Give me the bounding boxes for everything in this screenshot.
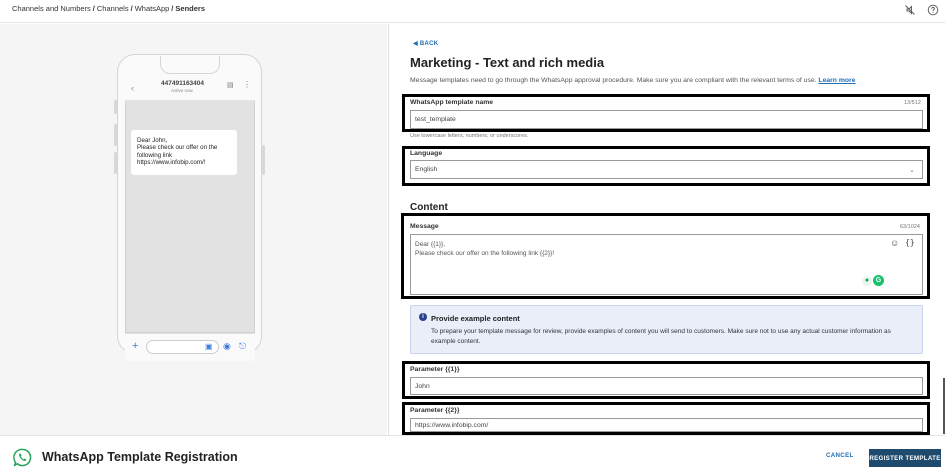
plus-icon: + (132, 340, 139, 352)
emoji-icon[interactable]: ☺ (890, 238, 899, 248)
breadcrumb-current: Senders (175, 4, 205, 13)
microphone-icon: ⎋ (239, 341, 247, 351)
parameter-1-input[interactable]: John (410, 377, 923, 395)
phone-side-button (262, 145, 265, 175)
top-bar: Channels and Numbers / Channels / WhatsApp / S… (0, 0, 945, 23)
chat-status: Active now (171, 88, 193, 93)
learn-more-link[interactable]: Learn more (818, 77, 855, 84)
message-bubble: Dear John, Please check our offer on the… (131, 130, 237, 175)
store-icon: ▤ (227, 82, 234, 89)
chat-back-icon: ‹ (131, 83, 134, 93)
language-select[interactable]: English (410, 160, 923, 179)
form-title: Marketing - Text and rich media (410, 55, 605, 70)
info-icon: i (419, 313, 427, 321)
back-label: BACK (419, 41, 439, 47)
bubble-line: Dear John, (137, 137, 168, 144)
more-vertical-icon: ⋮ (243, 80, 251, 89)
language-label: Language (410, 150, 443, 157)
camera-icon: ◉ (223, 341, 231, 351)
info-title: Provide example content (431, 314, 520, 323)
message-line: Dear {{1}}, (415, 241, 445, 248)
grammarly-icon[interactable]: G (873, 275, 884, 286)
phone-screen (125, 75, 255, 333)
back-link[interactable]: ◀ BACK (413, 40, 438, 47)
template-name-input[interactable]: test_template (410, 110, 923, 129)
chevron-down-icon: ⌄ (909, 167, 915, 174)
message-counter: 63/1024 (900, 224, 920, 230)
cancel-button[interactable]: CANCEL (826, 452, 854, 459)
message-label: Message (410, 223, 439, 230)
message-text: Dear {{1}}, Please check our offer on th… (415, 241, 554, 258)
template-name-counter: 13/512 (904, 100, 921, 106)
bubble-line: following link (137, 151, 173, 159)
breadcrumb: Channels and Numbers / Channels / WhatsApp / S… (12, 4, 205, 13)
page-title: WhatsApp Template Registration (42, 450, 238, 464)
lightbulb-icon[interactable]: ● (862, 276, 872, 286)
breadcrumb-item-whatsapp[interactable]: WhatsApp (135, 4, 170, 13)
add-variable-icon[interactable]: {} (905, 238, 915, 247)
phone-notch (160, 56, 220, 74)
message-line: Please check our offer on the following … (415, 249, 555, 257)
parameter-2-label: Parameter {{2}} (410, 407, 460, 414)
breadcrumb-item-channels[interactable]: Channels (97, 4, 129, 13)
bubble-line: Please check our offer on the (137, 144, 218, 152)
info-body: To prepare your template message for rev… (431, 328, 891, 345)
parameter-2-input[interactable]: https://www.infobip.com/ (410, 418, 923, 432)
content-section-title: Content (410, 202, 448, 213)
help-circle-icon[interactable] (927, 4, 939, 16)
breadcrumb-item-channels-and-numbers[interactable]: Channels and Numbers (12, 4, 91, 13)
parameter-1-label: Parameter {{1}} (410, 366, 460, 373)
description-text: Message templates need to go through the… (410, 77, 817, 84)
register-template-button[interactable]: REGISTER TEMPLATE (869, 449, 941, 467)
form-description: Message templates need to go through the… (410, 77, 855, 84)
chat-sender-number: 447491163404 (161, 80, 205, 87)
template-name-hint: Use lowercase letters, numbers, or under… (410, 133, 529, 139)
whatsapp-logo-icon (13, 448, 32, 467)
sticker-icon: ▣ (205, 342, 213, 351)
notification-mute-icon[interactable] (904, 4, 916, 16)
bubble-line: https://www.infobip.com/! (137, 158, 206, 166)
template-name-label: WhatsApp template name (410, 99, 494, 106)
form-scrollbar[interactable] (943, 378, 945, 434)
